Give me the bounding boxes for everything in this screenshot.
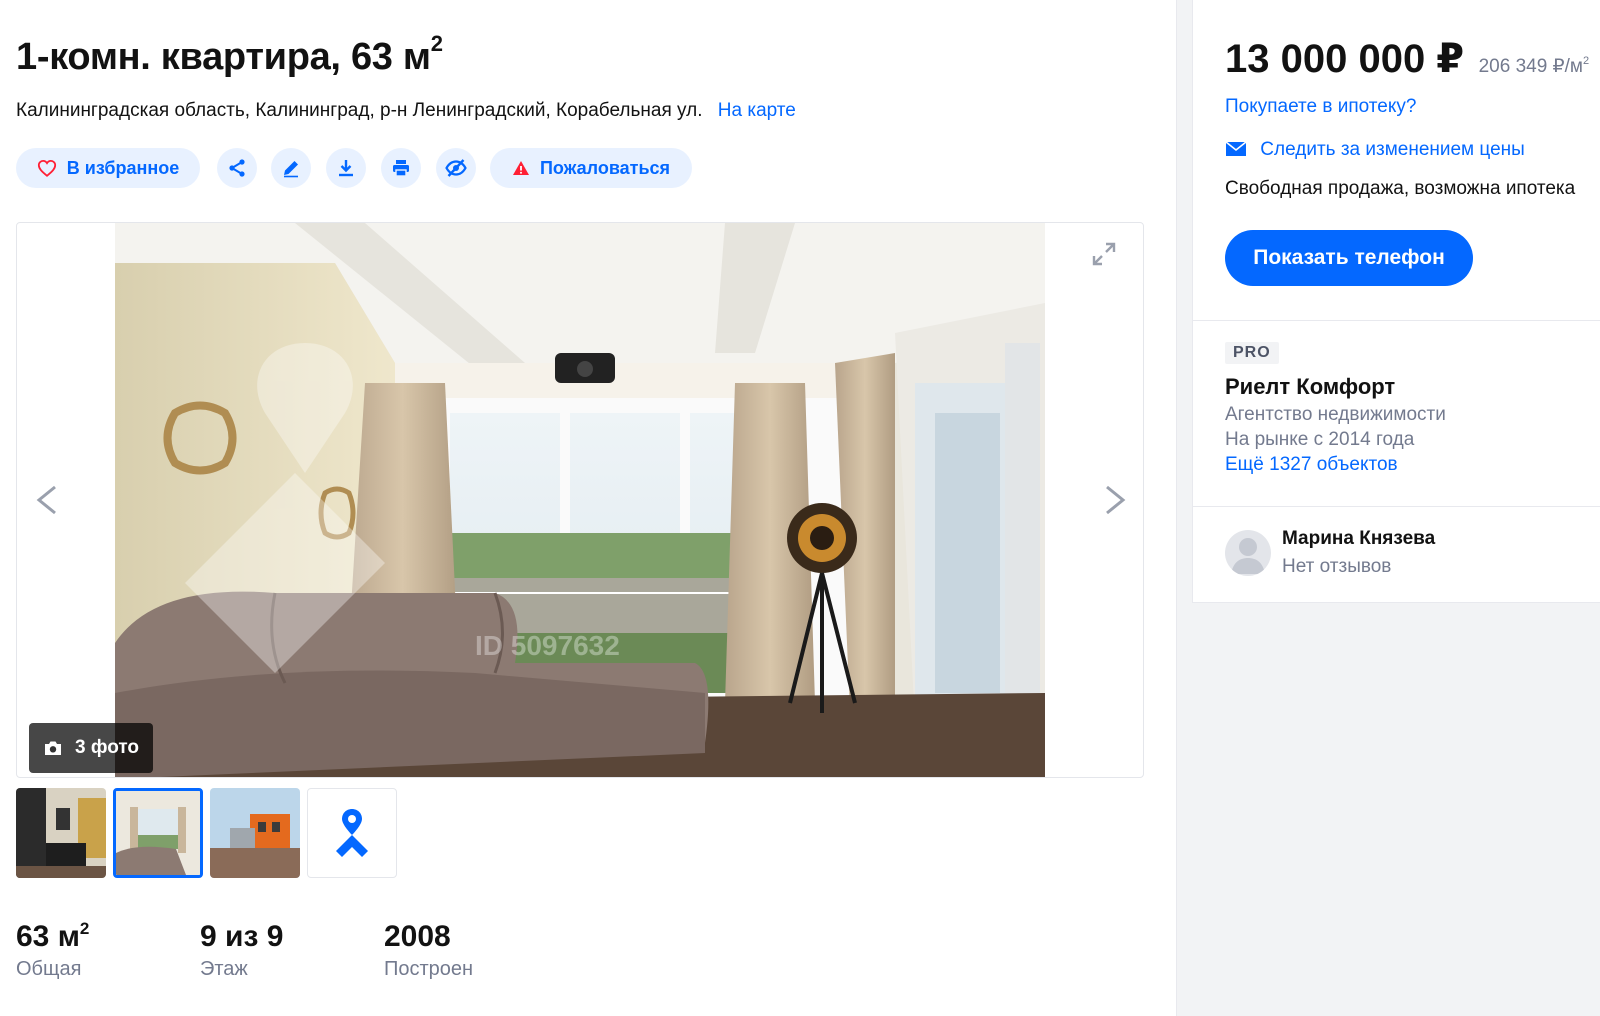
hide-button[interactable]	[436, 148, 476, 188]
kitchen-photo	[16, 788, 106, 878]
price-row: 13 000 000 ₽ 206 349 ₽/м2	[1225, 36, 1589, 82]
heart-icon	[37, 159, 56, 177]
building-photo	[210, 788, 300, 878]
agency-name[interactable]: Риелт Комфорт	[1225, 374, 1395, 400]
agent-reviews: Нет отзывов	[1282, 556, 1392, 577]
photo-count-badge[interactable]: 3 фото	[29, 723, 153, 773]
sale-type: Свободная продажа, возможна ипотека	[1225, 178, 1576, 199]
expand-icon[interactable]	[1091, 241, 1117, 267]
sidebar: 13 000 000 ₽ 206 349 ₽/м2 Покупаете в ип…	[1192, 0, 1600, 603]
track-price-link[interactable]: Следить за изменением цены	[1225, 139, 1525, 161]
map-pin-icon	[336, 809, 368, 857]
prev-photo-arrow-icon[interactable]	[33, 483, 63, 517]
thumbnail-map[interactable]	[307, 788, 397, 878]
agency-type: Агентство недвижимости	[1225, 404, 1446, 425]
price-per-meter: 206 349 ₽/м2	[1478, 55, 1590, 78]
favorite-button[interactable]: В избранное	[16, 148, 200, 188]
avatar	[1225, 530, 1271, 576]
favorite-label: В избранное	[66, 157, 180, 178]
camera-icon	[44, 741, 61, 755]
on-market-since: На рынке с 2014 года	[1225, 429, 1415, 450]
warning-icon	[512, 161, 529, 175]
living-room-thumb-photo	[116, 791, 200, 875]
share-button[interactable]	[217, 148, 257, 188]
next-photo-arrow-icon[interactable]	[1099, 483, 1129, 517]
page-title: 1-комн. квартира, 63 м2	[16, 31, 443, 79]
print-button[interactable]	[381, 148, 421, 188]
print-icon	[393, 160, 409, 177]
thumbnail-building[interactable]	[210, 788, 300, 878]
photo-count-label: 3 фото	[74, 737, 139, 758]
edit-button[interactable]	[271, 148, 311, 188]
living-room-photo: ID 5097632	[115, 223, 1045, 777]
photo-gallery: ID 5097632 3 фото	[16, 222, 1144, 778]
map-link[interactable]: На карте	[718, 100, 796, 121]
show-phone-button[interactable]: Показать телефон	[1225, 230, 1473, 286]
thumbnail-kitchen[interactable]	[16, 788, 106, 878]
pencil-icon	[284, 161, 298, 178]
pro-badge: PRO	[1225, 342, 1279, 364]
main-column: 1-комн. квартира, 63 м2 Калининградская …	[0, 0, 1177, 1016]
main-photo[interactable]: ID 5097632	[115, 223, 1045, 777]
fact-area: 63 м2 Общая	[16, 919, 90, 980]
price-section: 13 000 000 ₽ 206 349 ₽/м2 Покупаете в ип…	[1193, 0, 1600, 321]
photo-watermark: ID 5097632	[475, 630, 620, 661]
thumbnail-living-room[interactable]	[113, 788, 203, 878]
more-objects-link[interactable]: Ещё 1327 объектов	[1225, 454, 1398, 476]
download-button[interactable]	[326, 148, 366, 188]
complain-button[interactable]: Пожаловаться	[490, 148, 692, 188]
mortgage-link[interactable]: Покупаете в ипотеку?	[1225, 96, 1416, 118]
fact-floor: 9 из 9 Этаж	[200, 920, 284, 980]
share-icon	[229, 159, 245, 177]
complain-label: Пожаловаться	[539, 157, 671, 178]
user-icon	[1231, 538, 1265, 574]
download-icon	[339, 160, 353, 177]
address-text: Калининградская область, Калининград, р-…	[16, 100, 703, 121]
agent-name[interactable]: Марина Князева	[1282, 528, 1435, 550]
address: Калининградская область, Калининград, р-…	[16, 100, 796, 122]
price: 13 000 000 ₽	[1225, 37, 1465, 81]
envelope-icon	[1225, 141, 1247, 156]
fact-built: 2008 Построен	[384, 920, 474, 980]
hide-icon	[445, 159, 467, 177]
